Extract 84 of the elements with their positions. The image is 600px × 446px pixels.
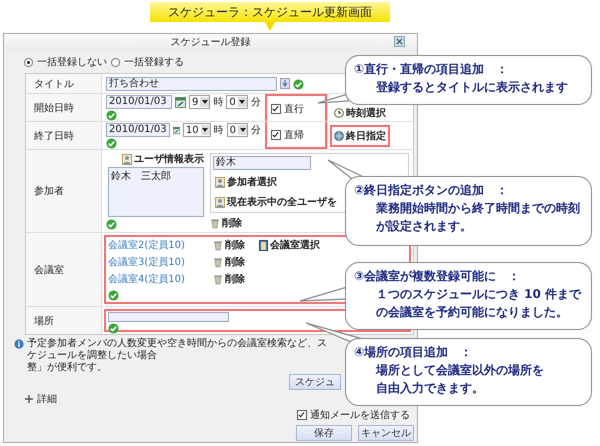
checkbox-label: 直行 bbox=[284, 102, 304, 116]
unit-label: 時 bbox=[214, 124, 224, 137]
field-label: 場所 bbox=[26, 307, 102, 334]
field-label: 会議室 bbox=[26, 233, 102, 306]
door-icon bbox=[259, 240, 268, 250]
user-icon bbox=[215, 176, 225, 188]
schedule-button[interactable]: スケジュ bbox=[289, 374, 341, 390]
radio-button[interactable] bbox=[24, 58, 33, 66]
check-icon bbox=[106, 138, 117, 149]
field-label: 開始日時 bbox=[26, 94, 102, 121]
callout-heading: ③会議室が複数登録可能に ： bbox=[354, 268, 522, 285]
info-icon bbox=[14, 339, 24, 349]
arrow-icon bbox=[265, 22, 275, 31]
screen-title-banner: スケジューラ：スケジュール更新画面 bbox=[150, 2, 390, 22]
callout-text: 業務開始時間から終了時間までの時刻 が設定されます。 bbox=[375, 200, 581, 235]
hour-select[interactable]: 9 bbox=[189, 95, 210, 109]
globe-icon bbox=[334, 130, 344, 140]
details-toggle[interactable]: 詳細 bbox=[37, 392, 57, 406]
delete-button[interactable]: 削除 bbox=[213, 272, 245, 286]
minute-select[interactable]: 0 bbox=[226, 123, 248, 137]
room-link[interactable]: 会議室4(定員10) bbox=[108, 272, 213, 286]
callout-text: 場所として会議室以外の場所を 自由入力できます。 bbox=[374, 362, 545, 397]
time-select-button[interactable]: 時刻選択 bbox=[334, 106, 386, 120]
radio-label: 一括登録しない bbox=[37, 56, 107, 69]
plus-icon[interactable] bbox=[24, 394, 34, 404]
callout-heading: ①直行・直帰の項目追加 ： bbox=[354, 61, 510, 78]
room-link[interactable]: 会議室3(定員10) bbox=[108, 255, 213, 269]
info-text: 予定参加者メンバの人数変更や空き時間からの会議室検索など、スケジュールを調整したい場合 整」が便利です。 bbox=[27, 338, 328, 374]
check-icon bbox=[106, 110, 117, 121]
list-item[interactable]: 鈴木 三太郎 bbox=[111, 169, 201, 183]
search-field[interactable]: 鈴木 bbox=[213, 156, 311, 170]
trash-icon bbox=[213, 240, 223, 250]
field-label: 参加者 bbox=[26, 150, 102, 232]
trash-icon bbox=[213, 274, 223, 284]
user-icon bbox=[215, 196, 225, 208]
all-day-button[interactable]: 終日指定 bbox=[334, 128, 386, 142]
close-icon[interactable] bbox=[394, 36, 405, 47]
delete-button[interactable]: 削除 bbox=[213, 238, 245, 252]
field-label: 終了日時 bbox=[26, 122, 102, 149]
check-icon bbox=[106, 219, 117, 230]
checkbox-label: 直帰 bbox=[284, 128, 304, 142]
clock-icon bbox=[334, 108, 344, 118]
callout-text: 登録するとタイトルに表示されます bbox=[374, 79, 569, 96]
caret-icon bbox=[201, 126, 210, 134]
delete-button[interactable]: 削除 bbox=[210, 216, 242, 230]
room-link[interactable]: 会議室2(定員10) bbox=[108, 238, 213, 252]
checkbox[interactable] bbox=[271, 130, 281, 140]
checkbox-label: 通知メールを送信する bbox=[310, 408, 410, 422]
trash-icon bbox=[210, 218, 220, 228]
callout-heading: ②終日指定ボタンの追加 ： bbox=[354, 182, 510, 199]
save-button[interactable]: 保存 bbox=[296, 425, 352, 441]
field-label: タイトル bbox=[26, 74, 102, 93]
member-list[interactable]: 鈴木 三太郎 bbox=[108, 167, 204, 217]
minute-select[interactable]: 0 bbox=[226, 95, 248, 109]
participant-select-button[interactable]: 参加者選択 bbox=[215, 175, 277, 189]
unit-label: 分 bbox=[250, 96, 261, 109]
hour-select[interactable]: 10 bbox=[182, 123, 211, 137]
trash-icon bbox=[213, 256, 223, 268]
unit-label: 分 bbox=[251, 124, 261, 137]
checkbox[interactable] bbox=[297, 410, 307, 420]
date-field[interactable]: 2010/01/03 bbox=[106, 123, 170, 137]
cancel-button[interactable]: キャンセル bbox=[358, 425, 414, 441]
place-field[interactable] bbox=[108, 312, 229, 322]
user-info-button[interactable]: ユーザ情報表示 bbox=[122, 152, 204, 166]
callout-heading: ④場所の項目追加 ： bbox=[354, 344, 474, 361]
room-select-button[interactable]: 会議室選択 bbox=[259, 238, 320, 252]
callout-text: １つのスケジュールにつき 10 件まで の会議室を予約可能になりました。 bbox=[375, 286, 582, 321]
delete-button[interactable]: 削除 bbox=[213, 255, 245, 269]
title-field[interactable]: 打ち合わせ bbox=[106, 76, 277, 90]
calendar-icon[interactable] bbox=[175, 96, 186, 108]
unit-label: 時 bbox=[213, 96, 224, 109]
caret-icon bbox=[238, 98, 246, 106]
date-field[interactable]: 2010/01/03 bbox=[106, 95, 172, 109]
caret-icon bbox=[200, 98, 209, 106]
check-icon bbox=[108, 290, 119, 301]
calendar-icon[interactable] bbox=[172, 124, 180, 136]
user-icon bbox=[122, 154, 132, 164]
check-icon bbox=[293, 78, 304, 90]
dialog-title: スケジュール登録 bbox=[170, 36, 250, 49]
radio-button[interactable] bbox=[111, 58, 120, 66]
radio-label: 一括登録する bbox=[124, 56, 184, 69]
caret-icon bbox=[238, 126, 246, 134]
all-users-button[interactable]: 現在表示中の全ユーザを bbox=[215, 195, 337, 209]
checkbox[interactable] bbox=[271, 104, 281, 114]
